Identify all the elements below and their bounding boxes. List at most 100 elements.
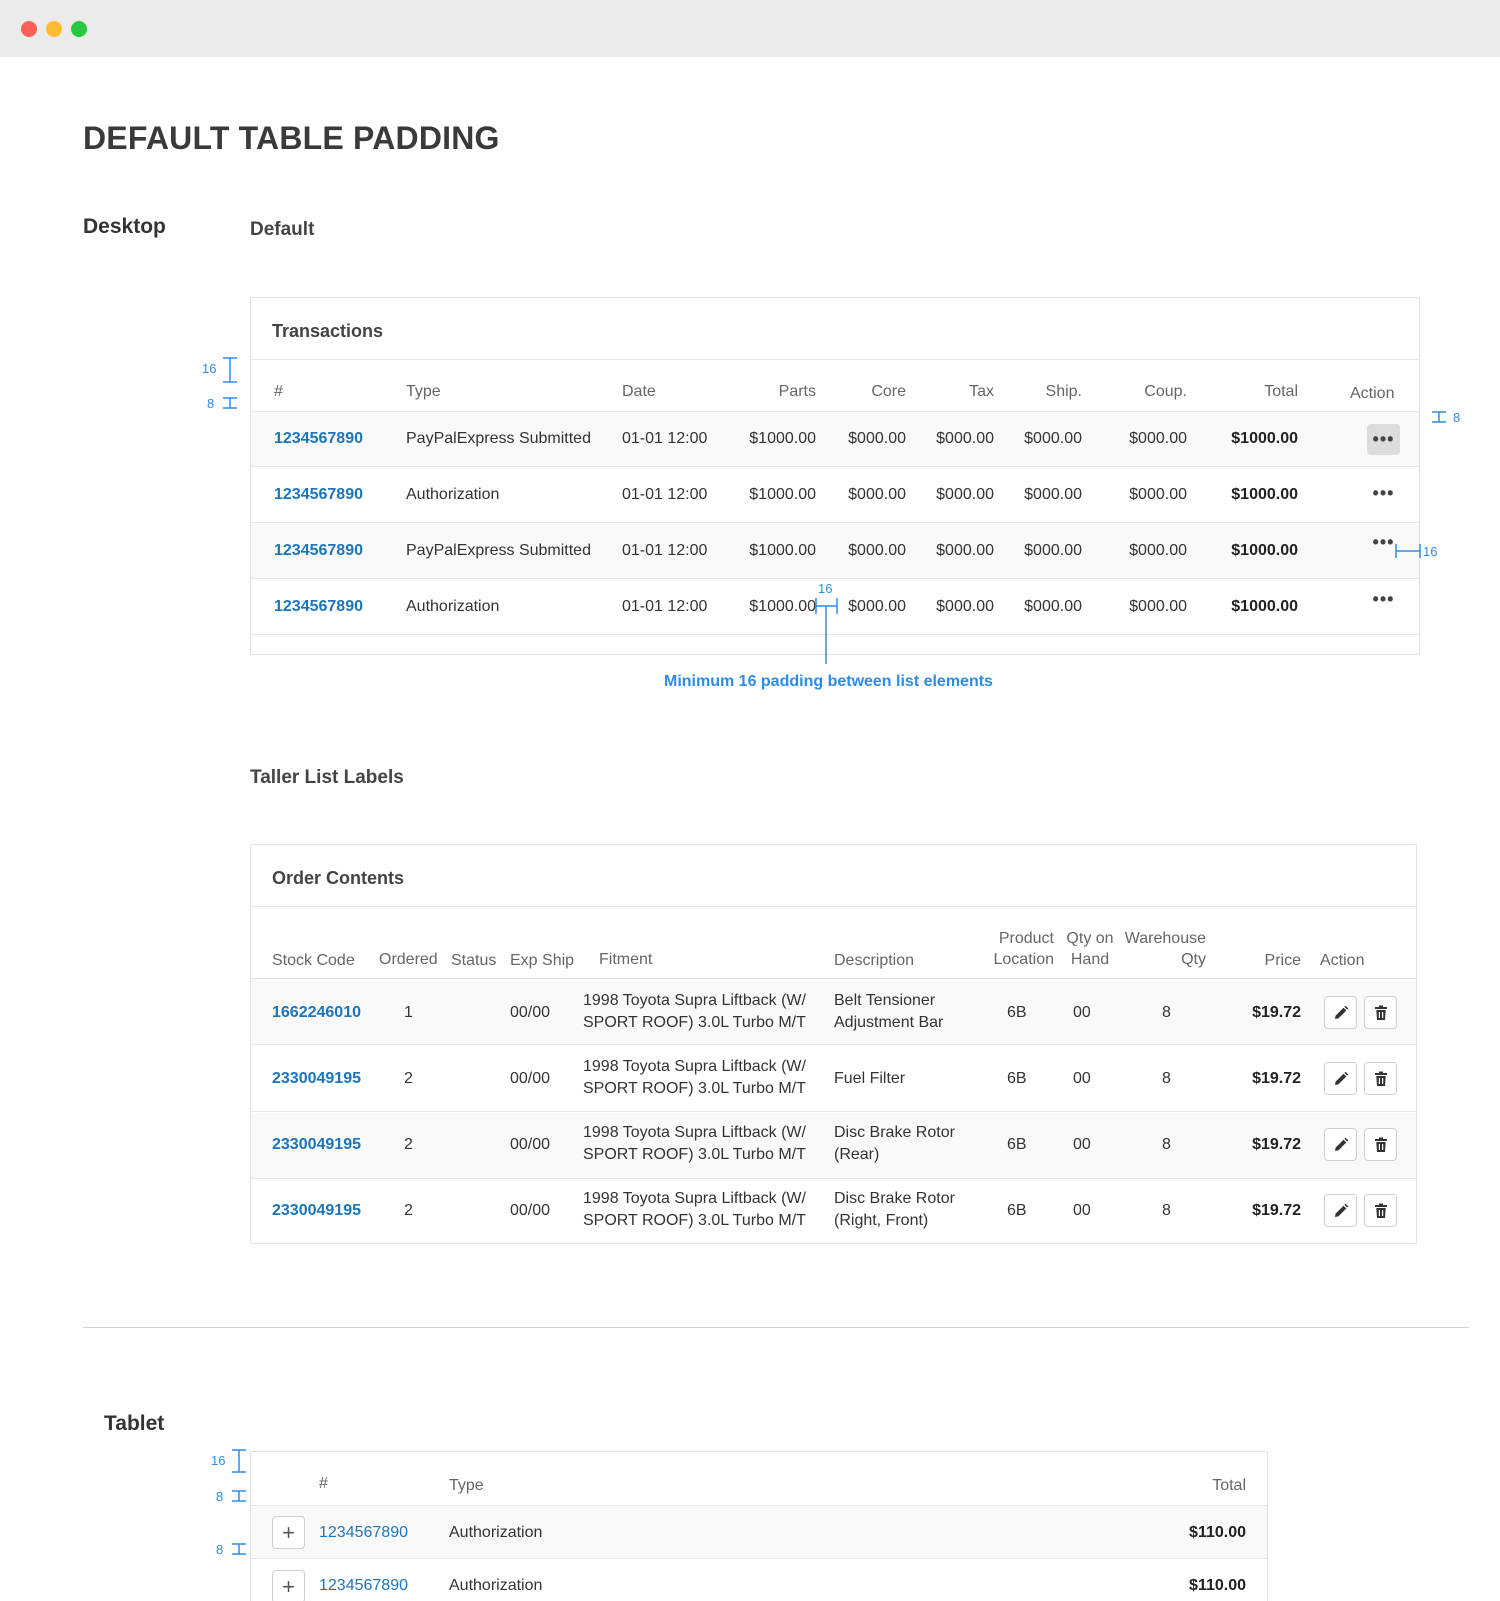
description: Disc Brake Rotor (Rear)	[834, 1124, 955, 1163]
stock-code-link[interactable]: 2330049195	[272, 1200, 361, 1222]
col-header-tax: Tax	[969, 383, 994, 400]
product-location: 6B	[1007, 1004, 1027, 1021]
tablet-section-label: Tablet	[104, 1412, 165, 1435]
transaction-ship: $000.00	[1024, 486, 1082, 503]
table-row[interactable]: + 1234567890 Authorization $110.00	[251, 1560, 1267, 1601]
transaction-tax: $000.00	[936, 430, 994, 447]
col-header-coup: Coup.	[1144, 383, 1187, 400]
transaction-type: Authorization	[449, 1524, 543, 1541]
stock-code-link[interactable]: 1662246010	[272, 1002, 361, 1024]
transaction-type: Authorization	[406, 486, 500, 503]
ordered-qty: 2	[404, 1202, 413, 1219]
transaction-core: $000.00	[848, 430, 906, 447]
table-row[interactable]: 2330049195 2 00/00 1998 Toyota Supra Lif…	[251, 1180, 1416, 1244]
transaction-core: $000.00	[848, 542, 906, 559]
fitment: 1998 Toyota Supra Liftback (W/ SPORT ROO…	[583, 1124, 806, 1163]
description: Fuel Filter	[834, 1070, 906, 1087]
exp-ship: 00/00	[510, 1202, 551, 1219]
fitment: 1998 Toyota Supra Liftback (W/ SPORT ROO…	[583, 1058, 806, 1097]
price: $19.72	[1252, 1136, 1301, 1153]
edit-icon[interactable]	[1324, 1062, 1357, 1095]
table-row[interactable]: 1234567890 Authorization 01-01 12:00 $10…	[251, 468, 1419, 523]
transaction-id-link[interactable]: 1234567890	[319, 1575, 408, 1597]
warehouse-qty: 8	[1162, 1136, 1171, 1153]
transaction-type: Authorization	[406, 598, 500, 615]
table-row[interactable]: 1234567890 PayPalExpress Submitted 01-01…	[251, 412, 1419, 467]
col-header-ship: Ship.	[1045, 383, 1082, 400]
default-subsection-label: Default	[250, 219, 315, 240]
col-header-type: Type	[449, 1477, 484, 1494]
table-row[interactable]: + 1234567890 Authorization $110.00	[251, 1506, 1267, 1559]
ordered-qty: 2	[404, 1136, 413, 1153]
col-header-stock-code: Stock Code	[272, 952, 355, 969]
transaction-parts: $1000.00	[749, 542, 816, 559]
close-window-icon[interactable]	[21, 21, 37, 37]
transaction-id-link[interactable]: 1234567890	[274, 428, 363, 450]
table-row[interactable]: 2330049195 2 00/00 1998 Toyota Supra Lif…	[251, 1113, 1416, 1179]
qty-on-hand: 00	[1073, 1136, 1091, 1153]
exp-ship: 00/00	[510, 1136, 551, 1153]
annotation-column-gap: 16	[818, 581, 833, 596]
transaction-type: PayPalExpress Submitted	[406, 542, 591, 559]
transaction-tax: $000.00	[936, 598, 994, 615]
card-divider	[251, 906, 1416, 907]
col-header-ordered: Ordered	[379, 951, 438, 968]
transaction-total: $110.00	[1189, 1524, 1246, 1541]
trash-icon[interactable]	[1364, 1194, 1397, 1227]
maximize-window-icon[interactable]	[71, 21, 87, 37]
edit-icon[interactable]	[1324, 996, 1357, 1029]
minimize-window-icon[interactable]	[46, 21, 62, 37]
annotation-row-padding: 8	[216, 1489, 224, 1504]
transaction-total: $1000.00	[1231, 598, 1298, 615]
spacing-marker-icon	[223, 397, 237, 409]
annotation-note: Minimum 16 padding between list elements	[664, 673, 993, 690]
transaction-date: 01-01 12:00	[622, 486, 708, 503]
transaction-coup: $000.00	[1129, 542, 1187, 559]
spacing-marker-icon	[1395, 544, 1421, 558]
trash-icon[interactable]	[1364, 1128, 1397, 1161]
more-actions-icon[interactable]: •••	[1367, 424, 1400, 455]
table-row[interactable]: 1662246010 1 00/00 1998 Toyota Supra Lif…	[251, 979, 1416, 1045]
transaction-id-link[interactable]: 1234567890	[274, 596, 363, 618]
trash-icon[interactable]	[1364, 996, 1397, 1029]
more-actions-icon[interactable]: •••	[1367, 478, 1400, 509]
more-actions-icon[interactable]: •••	[1367, 584, 1400, 615]
transaction-ship: $000.00	[1024, 430, 1082, 447]
col-header-core: Core	[871, 383, 906, 400]
transaction-tax: $000.00	[936, 542, 994, 559]
col-header-warehouse-qty: Warehouse Qty	[1124, 930, 1206, 968]
qty-on-hand: 00	[1073, 1202, 1091, 1219]
transaction-id-link[interactable]: 1234567890	[274, 540, 363, 562]
expand-row-icon[interactable]: +	[272, 1516, 305, 1549]
trash-icon[interactable]	[1364, 1062, 1397, 1095]
table-row[interactable]: 1234567890 PayPalExpress Submitted 01-01…	[251, 524, 1419, 579]
fitment: 1998 Toyota Supra Liftback (W/ SPORT ROO…	[583, 1190, 806, 1229]
transaction-parts: $1000.00	[749, 430, 816, 447]
table-row[interactable]: 2330049195 2 00/00 1998 Toyota Supra Lif…	[251, 1046, 1416, 1112]
stock-code-link[interactable]: 2330049195	[272, 1134, 361, 1156]
col-header-total: Total	[1264, 383, 1298, 400]
exp-ship: 00/00	[510, 1004, 551, 1021]
edit-icon[interactable]	[1324, 1194, 1357, 1227]
col-header-number: #	[319, 1475, 328, 1492]
section-divider	[83, 1327, 1469, 1328]
transaction-id-link[interactable]: 1234567890	[319, 1522, 408, 1544]
description: Disc Brake Rotor (Right, Front)	[834, 1190, 955, 1229]
ordered-qty: 2	[404, 1070, 413, 1087]
col-header-exp-ship: Exp Ship	[510, 952, 575, 969]
window-titlebar	[0, 0, 1500, 57]
edit-icon[interactable]	[1324, 1128, 1357, 1161]
product-location: 6B	[1007, 1070, 1027, 1087]
transaction-core: $000.00	[848, 486, 906, 503]
expand-row-icon[interactable]: +	[272, 1570, 305, 1601]
stock-code-link[interactable]: 2330049195	[272, 1068, 361, 1090]
transaction-ship: $000.00	[1024, 598, 1082, 615]
taller-labels-subsection-label: Taller List Labels	[250, 767, 404, 788]
desktop-section-label: Desktop	[83, 215, 166, 238]
transaction-id-link[interactable]: 1234567890	[274, 484, 363, 506]
col-header-parts: Parts	[778, 383, 816, 400]
transaction-core: $000.00	[848, 598, 906, 615]
col-header-fitment: Fitment	[599, 951, 653, 968]
product-location: 6B	[1007, 1202, 1027, 1219]
spacing-marker-icon	[1432, 411, 1446, 423]
